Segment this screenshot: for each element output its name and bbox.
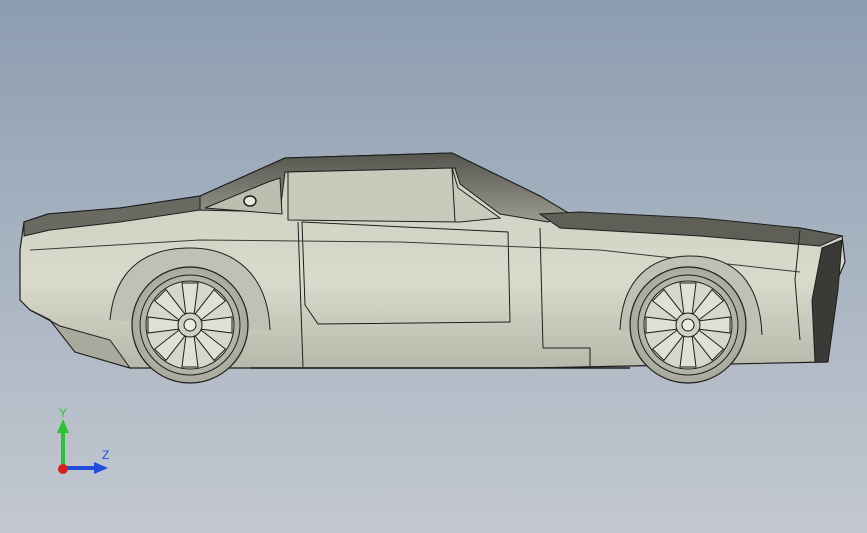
rear-wheel xyxy=(131,266,249,384)
front-wheel xyxy=(629,266,747,384)
car-model-view[interactable] xyxy=(0,0,867,533)
origin-dot xyxy=(58,464,68,474)
z-axis-arrow-icon xyxy=(94,462,108,474)
z-axis-label: Z xyxy=(102,448,109,462)
graphics-viewport[interactable]: Y Z xyxy=(0,0,867,533)
y-axis-arrow-icon xyxy=(57,419,69,433)
fuel-cap xyxy=(243,195,257,207)
axis-triad[interactable]: Y Z xyxy=(40,405,120,485)
y-axis-label: Y xyxy=(59,406,67,420)
